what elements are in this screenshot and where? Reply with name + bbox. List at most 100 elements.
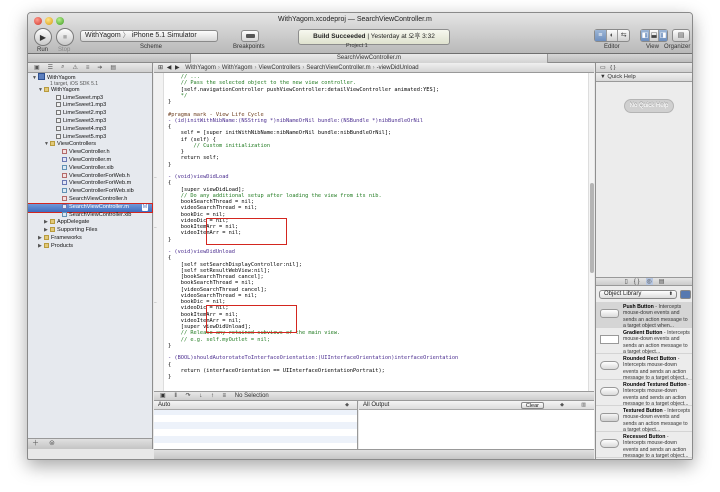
tab-search-view-controller[interactable]: SearchViewController.m — [190, 54, 548, 63]
project-indicator: Project 1 — [346, 43, 368, 49]
step-into-icon[interactable]: ↓ — [199, 393, 202, 399]
library-item[interactable]: Rounded Textured Button - Intercepts mou… — [596, 380, 692, 407]
navigator-file[interactable]: ViewControllerForWeb.xib — [28, 188, 152, 196]
minimize-window-button[interactable] — [45, 17, 53, 25]
modified-badge: M — [141, 203, 148, 211]
navigator-file[interactable]: LimeSweet.mp3 — [28, 94, 152, 103]
object-library-select[interactable]: Object Library ⬍ — [599, 290, 677, 299]
fold-icon[interactable]: − — [154, 175, 159, 181]
object-library-icon[interactable]: ◎ — [645, 278, 653, 285]
scheme-popup[interactable]: WithYagom 〉 iPhone 5.1 Simulator — [80, 30, 218, 42]
debug-toggle-icon[interactable]: ⬓ — [650, 30, 659, 41]
fold-icon[interactable]: − — [154, 225, 159, 231]
project-navigator-icon[interactable]: ▣ — [34, 64, 40, 71]
library-item[interactable]: Push Button - Intercepts mouse-down even… — [596, 302, 692, 329]
code-line[interactable]: } — [168, 374, 588, 380]
close-window-button[interactable] — [34, 17, 42, 25]
file-template-library-icon[interactable]: ▯ — [625, 278, 628, 285]
navigator-file[interactable]: LimeSweet3.mp3 — [28, 117, 152, 126]
navigator-group[interactable]: ▼ ViewControllers — [28, 141, 152, 149]
navigator-file[interactable]: ViewControllerForWeb.m — [28, 180, 152, 188]
navigator-toggle-icon[interactable]: ◧ — [641, 30, 650, 41]
source-editor[interactable]: − − − // ... // Pass the selected object… — [154, 73, 594, 391]
library-item[interactable]: Rounded Rect Button - Intercepts mouse-d… — [596, 354, 692, 381]
breakpoint-navigator-icon[interactable]: ➔ — [97, 64, 102, 71]
scroll-thumb[interactable] — [590, 183, 594, 273]
library-item[interactable]: Gradient Button - Intercepts mouse-down … — [596, 328, 692, 355]
navigator-file[interactable]: ViewController.xib — [28, 164, 152, 173]
navigator-file[interactable]: LimeSweet5.mp3 — [28, 133, 152, 142]
version-editor-icon[interactable]: ⇆ — [618, 30, 629, 41]
breadcrumb-item[interactable]: WithYagom — [222, 63, 253, 73]
fold-icon[interactable]: − — [154, 300, 159, 306]
navigator-group[interactable]: ▼ WithYagom — [28, 73, 152, 81]
assistant-editor-icon[interactable]: ◐ — [607, 30, 619, 41]
filter-icon[interactable]: ⊜ — [49, 440, 55, 447]
clear-button[interactable]: Clear — [520, 402, 544, 409]
grid-view-toggle[interactable] — [680, 290, 691, 299]
forward-icon[interactable]: ▶ — [175, 65, 180, 71]
organizer-button[interactable]: ▤ — [672, 29, 690, 42]
navigator-file[interactable]: LimeSweet2.mp3 — [28, 110, 152, 118]
navigator-group[interactable]: ▶ AppDelegate — [28, 219, 152, 227]
navigator-file[interactable]: ViewController.h — [28, 149, 152, 157]
auto-popup[interactable]: Auto — [158, 402, 170, 408]
run-button[interactable]: ▶ — [34, 28, 52, 46]
breadcrumb-item[interactable]: -viewDidUnload — [377, 63, 419, 73]
breadcrumb-item[interactable]: WithYagom — [185, 63, 216, 73]
media-library-icon[interactable]: ▤ — [659, 278, 665, 285]
add-file-icon[interactable]: ＋ — [32, 440, 39, 447]
editor-scrollbar[interactable] — [588, 73, 594, 391]
quick-help-icon[interactable]: { } — [610, 65, 615, 71]
mp3-file-icon — [56, 117, 61, 123]
navigator-file[interactable]: SearchViewController.xib — [28, 211, 152, 220]
search-navigator-icon[interactable]: ⌕ — [61, 64, 64, 71]
stop-button[interactable]: ■ — [56, 28, 74, 46]
chevron-down-icon[interactable]: ◆ — [560, 401, 564, 410]
file-tree: ▼ WithYagom 1 target, iOS SDK 5.1 ▼ WithYago… — [28, 73, 153, 251]
file-inspector-icon[interactable]: ▭ — [600, 65, 605, 71]
debug-selection: No Selection — [234, 393, 269, 399]
navigator-file[interactable]: ViewControllerForWeb.h — [28, 172, 152, 181]
breadcrumb-item[interactable]: SearchViewController.m — [306, 63, 370, 73]
toolbar: ▶ Run ■ Stop WithYagom 〉 iPhone 5.1 Simula… — [28, 13, 692, 54]
step-over-icon[interactable]: ↷ — [186, 393, 191, 399]
standard-editor-icon[interactable]: ≡ — [595, 30, 607, 41]
pause-icon[interactable]: ‖ — [174, 393, 176, 399]
navigator-file[interactable]: LimeSweet1.mp3 — [28, 102, 152, 110]
related-items-icon[interactable]: ⊞ — [158, 65, 163, 71]
symbol-navigator-icon[interactable]: ☰ — [48, 64, 53, 71]
debug-navigator-icon[interactable]: ≡ — [86, 65, 90, 71]
library-item[interactable]: Textured Button - Intercepts mouse-down … — [596, 406, 692, 433]
editor-segmented[interactable]: ≡ ◐ ⇆ — [594, 29, 630, 42]
navigator-item-label: SearchViewController.m — [69, 203, 129, 210]
chevron-down-icon[interactable]: ◆ — [345, 401, 349, 410]
utilities-toggle-icon[interactable]: ◨ — [659, 30, 667, 41]
back-icon[interactable]: ◀ — [167, 65, 172, 71]
navigator-group[interactable]: ▶ Products — [28, 242, 152, 251]
step-out-icon[interactable]: ↑ — [211, 393, 214, 399]
breadcrumb-item[interactable]: ViewControllers — [258, 63, 300, 73]
disclosure-icon[interactable]: ▼ — [600, 74, 606, 80]
log-navigator-icon[interactable]: ▤ — [110, 64, 116, 71]
variables-header: Auto ◆ — [154, 401, 357, 410]
hide-debug-icon[interactable]: ▣ — [160, 393, 166, 399]
issue-navigator-icon[interactable]: ⚠ — [72, 64, 77, 71]
navigator-file[interactable]: LimeSweet4.mp3 — [28, 125, 152, 134]
view-segmented[interactable]: ◧ ⬓ ◨ — [640, 29, 668, 42]
library-item-title: Rounded Textured Button — [623, 382, 687, 388]
code-snippet-library-icon[interactable]: { } — [634, 278, 640, 285]
breakpoints-button[interactable] — [241, 30, 259, 42]
navigator-selector-bar: ▣ ☰ ⌕ ⚠ ≡ ➔ ▤ — [28, 63, 152, 73]
navigator-group[interactable]: ▼ WithYagom — [28, 86, 152, 95]
navigator-file[interactable]: SearchViewController.m M — [28, 202, 153, 213]
library-item[interactable]: Recessed Button - Intercepts mouse-down … — [596, 432, 692, 459]
library-item-title: Recessed Button — [623, 434, 666, 440]
navigator-group[interactable]: ▶ Frameworks — [28, 234, 152, 243]
all-output-popup[interactable]: All Output — [363, 402, 389, 408]
navigator-file[interactable]: SearchViewController.h — [28, 195, 152, 204]
navigator-group[interactable]: ▶ Supporting Files — [28, 227, 152, 235]
zoom-window-button[interactable] — [56, 17, 64, 25]
navigator-file[interactable]: ViewController.m — [28, 156, 152, 165]
split-view-icon[interactable]: ▥ — [581, 401, 586, 410]
